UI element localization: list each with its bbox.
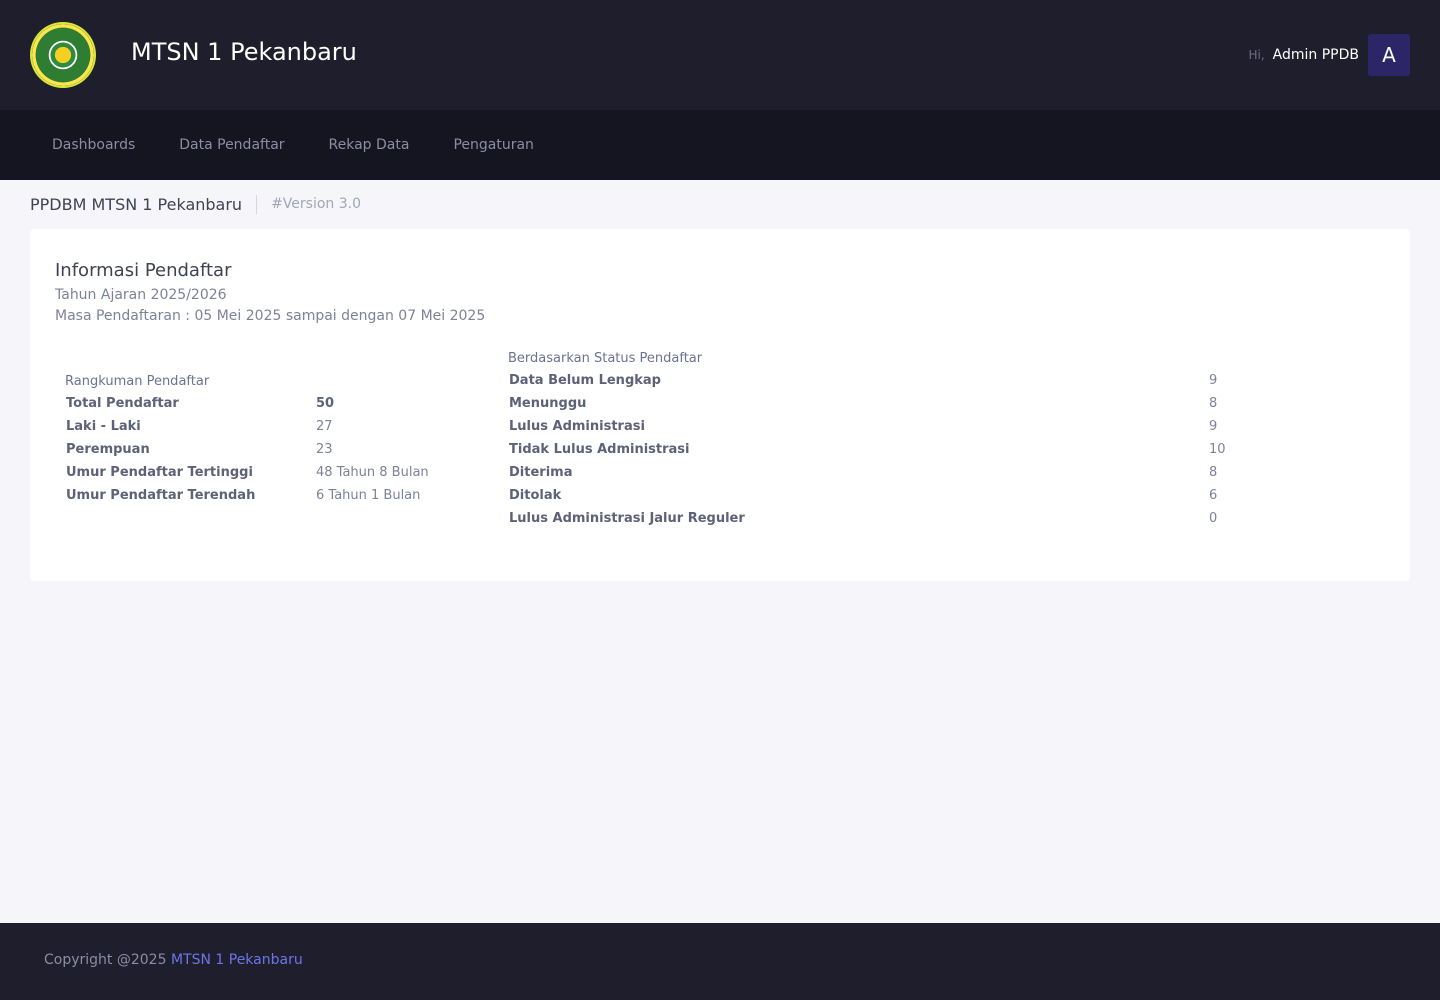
status-value-waiting: 8 (1209, 396, 1218, 411)
status-value-incomplete: 9 (1209, 373, 1218, 388)
main-nav: Dashboards Data Pendaftar Rekap Data Pen… (0, 110, 1440, 180)
top-header: MTSN 1 Pekanbaru Hi, Admin PPDB A (0, 0, 1440, 110)
greeting-text: Hi, (1248, 48, 1265, 62)
summary-label-max-age: Umur Pendaftar Tertinggi (66, 465, 253, 480)
summary-heading: Rangkuman Pendaftar (65, 374, 210, 389)
summary-label-min-age: Umur Pendaftar Terendah (66, 488, 256, 503)
card-title: Informasi Pendaftar (55, 260, 232, 281)
nav-item-dashboards[interactable]: Dashboards (30, 129, 157, 161)
summary-value-male: 27 (316, 419, 333, 434)
footer: Copyright @2025 MTSN 1 Pekanbaru (0, 923, 1440, 1000)
summary-label-total: Total Pendaftar (66, 396, 179, 411)
page-title: PPDBM MTSN 1 Pekanbaru (30, 194, 258, 214)
copyright-link[interactable]: MTSN 1 Pekanbaru (171, 952, 303, 968)
version-label: #Version 3.0 (271, 196, 362, 212)
summary-value-total: 50 (316, 396, 335, 411)
status-label-waiting: Menunggu (509, 396, 587, 411)
status-value-rejected: 6 (1209, 488, 1218, 503)
status-value-accepted: 8 (1209, 465, 1218, 480)
status-value-admin-fail: 10 (1209, 442, 1226, 457)
nav-item-data-pendaftar[interactable]: Data Pendaftar (157, 129, 306, 161)
status-value-admin-pass: 9 (1209, 419, 1218, 434)
user-menu[interactable]: Hi, Admin PPDB A (1248, 34, 1410, 76)
nav-item-rekap-data[interactable]: Rekap Data (307, 129, 432, 161)
summary-label-female: Perempuan (66, 442, 150, 457)
info-card: Informasi Pendaftar Tahun Ajaran 2025/20… (30, 229, 1410, 581)
summary-value-max-age: 48 Tahun 8 Bulan (316, 465, 429, 480)
nav-item-pengaturan[interactable]: Pengaturan (431, 129, 555, 161)
school-logo[interactable] (32, 24, 94, 86)
summary-value-female: 23 (316, 442, 333, 457)
user-name[interactable]: Admin PPDB (1273, 47, 1359, 63)
copyright-text: Copyright @2025 (44, 952, 167, 968)
status-label-accepted: Diterima (509, 465, 573, 480)
summary-label-male: Laki - Laki (66, 419, 141, 434)
status-heading: Berdasarkan Status Pendaftar (508, 351, 703, 366)
summary-value-min-age: 6 Tahun 1 Bulan (316, 488, 421, 503)
brand-title[interactable]: MTSN 1 Pekanbaru (131, 38, 357, 66)
status-label-regular-pass: Lulus Administrasi Jalur Reguler (509, 511, 745, 526)
status-label-admin-fail: Tidak Lulus Administrasi (509, 442, 690, 457)
subheader: PPDBM MTSN 1 Pekanbaru #Version 3.0 (30, 192, 361, 216)
copyright: Copyright @2025 MTSN 1 Pekanbaru (44, 952, 303, 968)
status-label-admin-pass: Lulus Administrasi (509, 419, 645, 434)
status-label-rejected: Ditolak (509, 488, 562, 503)
status-label-incomplete: Data Belum Lengkap (509, 373, 661, 388)
avatar[interactable]: A (1368, 34, 1410, 76)
registration-period: Masa Pendaftaran : 05 Mei 2025 sampai de… (55, 308, 486, 324)
status-value-regular-pass: 0 (1209, 511, 1218, 526)
academic-year: Tahun Ajaran 2025/2026 (55, 287, 227, 303)
